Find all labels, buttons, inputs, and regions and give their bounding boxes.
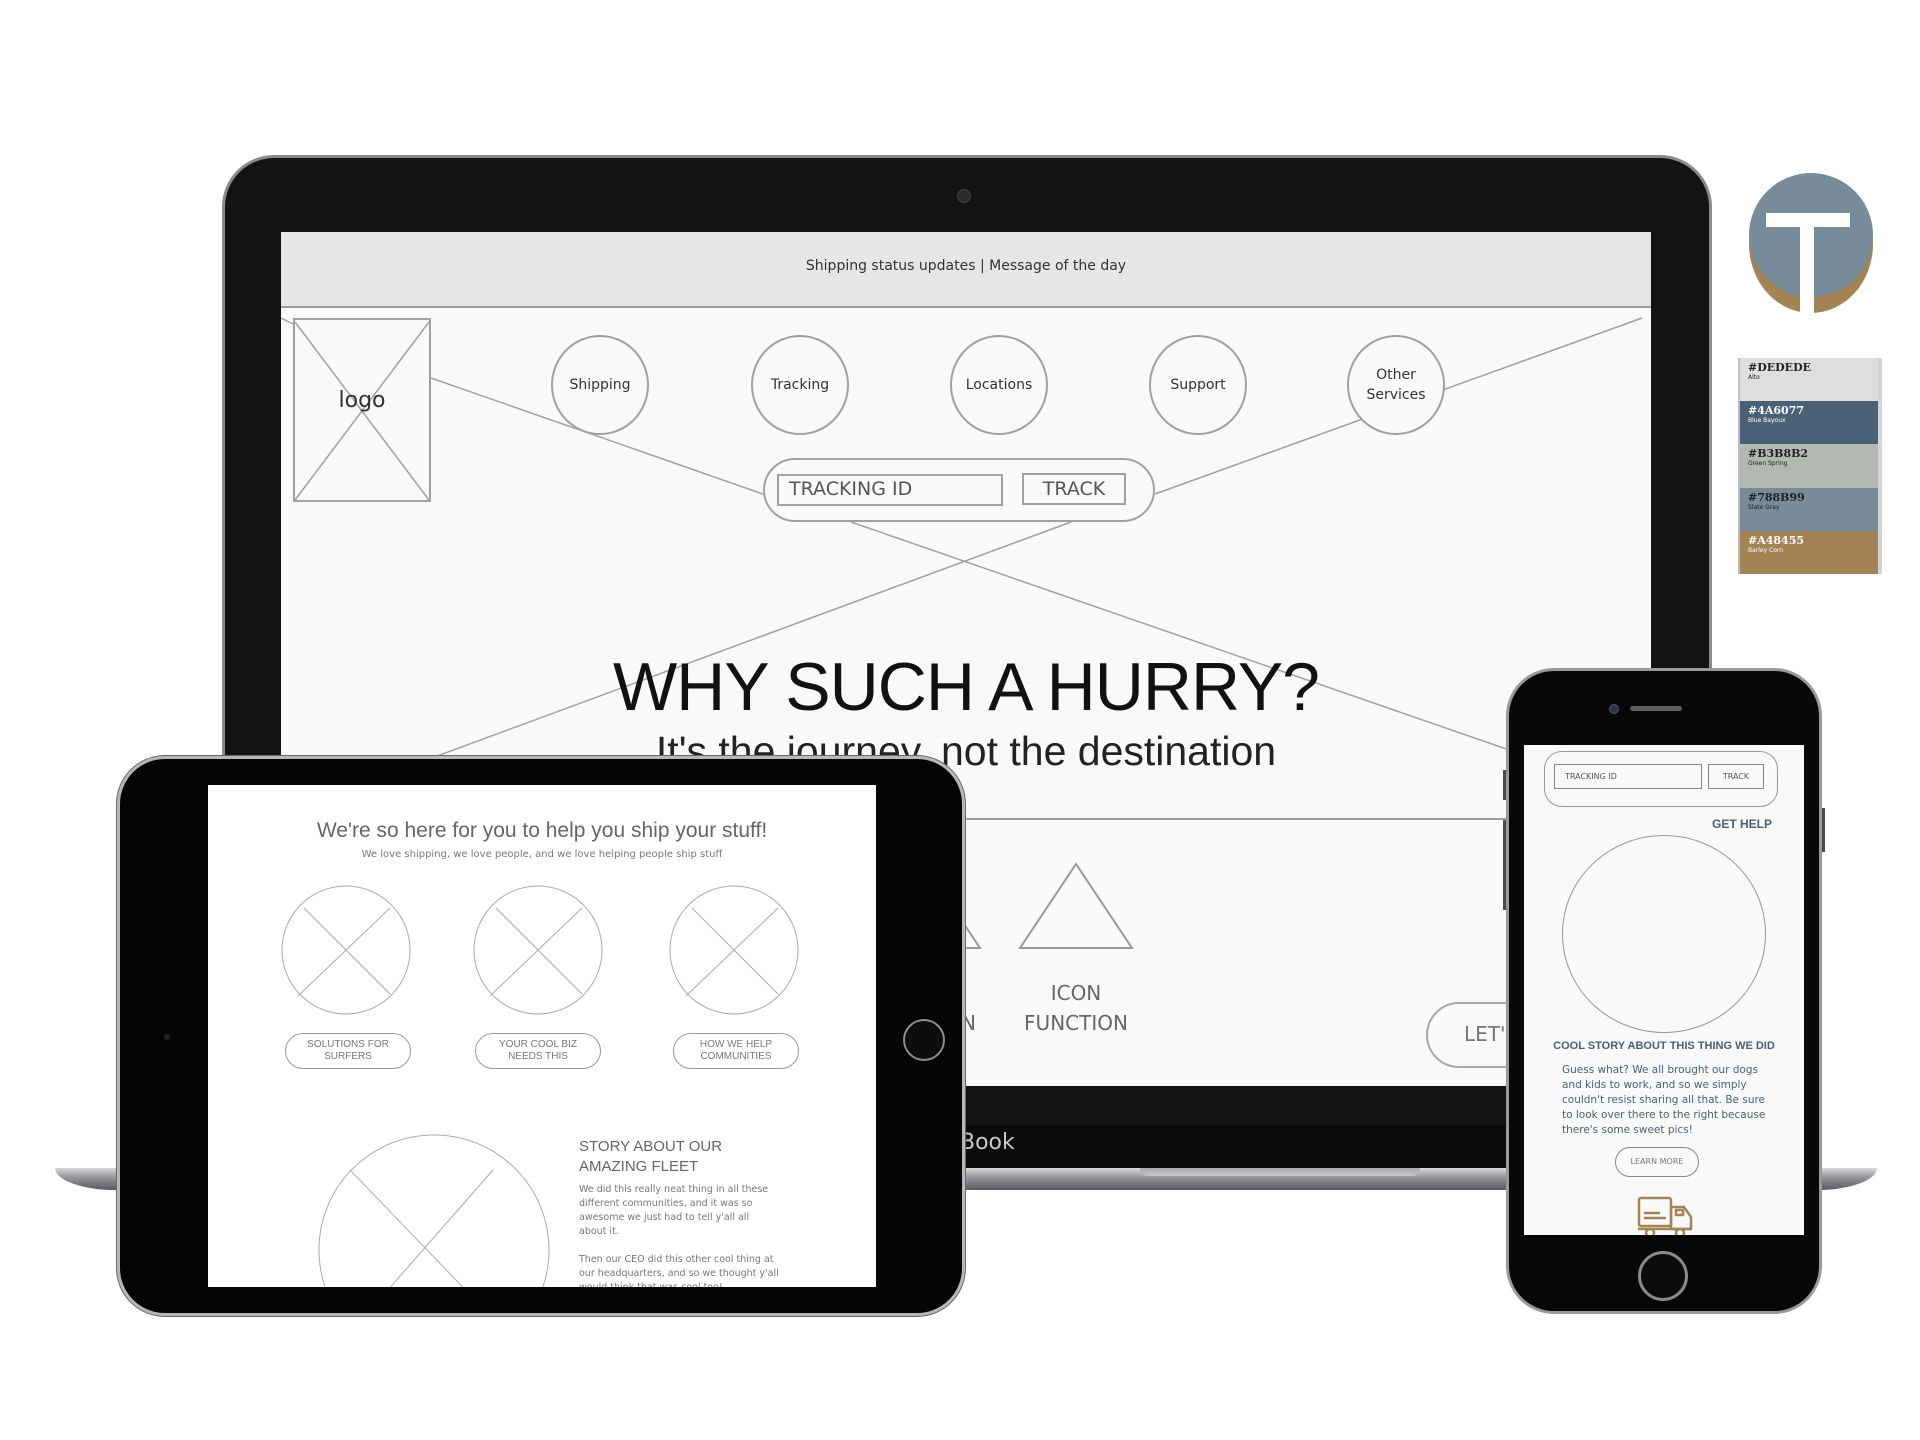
icon-function-label: ICON bbox=[1050, 981, 1102, 1005]
nav-shipping[interactable]: Shipping bbox=[551, 335, 649, 435]
track-button[interactable]: TRACK bbox=[1022, 473, 1126, 505]
feature-label: NEEDS THIS bbox=[508, 1051, 568, 1062]
get-help-link[interactable]: GET HELP bbox=[1674, 817, 1772, 831]
learn-more-button[interactable]: LEARN MORE bbox=[1615, 1147, 1699, 1177]
announcement-text: Shipping status updates | Message of the… bbox=[805, 258, 1127, 274]
swatch-green-spring: #B3B8B2 Green Spring bbox=[1740, 444, 1878, 488]
swatch-hex: #A48455 bbox=[1748, 533, 1805, 547]
swatch-hex: #4A6077 bbox=[1748, 404, 1805, 418]
swatch-hex: #DEDEDE bbox=[1748, 361, 1811, 374]
tracking-id-input[interactable]: TRACKING ID bbox=[777, 474, 1003, 506]
brand-logo-icon bbox=[1749, 173, 1873, 314]
nav-label: Shipping bbox=[569, 377, 631, 393]
nav-tracking[interactable]: Tracking bbox=[751, 335, 849, 435]
swatch-name: Barley Corn bbox=[1748, 546, 1784, 554]
story-paragraph-2: Then our CEO did this other cool thing a… bbox=[579, 1254, 779, 1287]
mobile-track-button[interactable]: TRACK bbox=[1708, 764, 1764, 789]
story-paragraph: We did this really neat thing in all the… bbox=[579, 1183, 779, 1287]
tablet-subheadline: We love shipping, we love people, and we… bbox=[361, 849, 723, 860]
swatch-slate-gray: #788B99 Slate Gray bbox=[1740, 487, 1878, 531]
tablet-headline: We're so here for you to help you ship y… bbox=[316, 819, 768, 842]
nav-label: Tracking bbox=[770, 377, 830, 393]
feature-label: YOUR COOL BIZ bbox=[499, 1039, 577, 1050]
swatch-name: Alto bbox=[1748, 374, 1760, 381]
nav-label: Other Services bbox=[1366, 367, 1426, 403]
hero-title: WHY SUCH A HURRY? bbox=[613, 649, 1320, 725]
swatch-hex: #788B99 bbox=[1748, 490, 1805, 504]
image-placeholder-icon bbox=[669, 885, 799, 1015]
nav-other-services[interactable]: Other Services bbox=[1347, 335, 1445, 435]
story-heading: STORY ABOUT OUR AMAZING FLEET bbox=[579, 1138, 723, 1175]
story-paragraph-1: We did this really neat thing in all the… bbox=[579, 1184, 769, 1237]
announcement-bar: Shipping status updates | Message of the… bbox=[281, 232, 1651, 308]
color-palette: #DEDEDE Alto #4A6077 Blue Bayoux #B3B8B2… bbox=[1738, 358, 1882, 574]
mobile-story-heading: COOL STORY ABOUT THIS THING WE DID bbox=[1553, 1040, 1775, 1052]
feature-label: SURFERS bbox=[324, 1051, 372, 1062]
feature-label: HOW WE HELP bbox=[699, 1039, 773, 1050]
swatch-name: Blue Bayoux bbox=[1748, 417, 1786, 425]
nav-label: Locations bbox=[965, 377, 1033, 393]
mobile-story-text: Guess what? We all brought our dogs and … bbox=[1562, 1064, 1766, 1136]
phone-home-button[interactable] bbox=[1638, 1251, 1688, 1301]
image-placeholder-icon bbox=[473, 885, 603, 1015]
logo-label: logo bbox=[338, 388, 386, 413]
mobile-tracking-id-input[interactable]: TRACKING ID bbox=[1554, 764, 1702, 789]
swatch-blue-bayoux: #4A6077 Blue Bayoux bbox=[1740, 401, 1878, 445]
phone-camera-icon bbox=[1609, 704, 1619, 714]
swatch-name: Green Spring bbox=[1748, 460, 1788, 468]
phone-speaker bbox=[1630, 706, 1682, 711]
nav-support[interactable]: Support bbox=[1149, 335, 1247, 435]
fleet-image-placeholder-icon bbox=[318, 1134, 550, 1287]
nav-locations[interactable]: Locations bbox=[950, 335, 1048, 435]
swatch-alto: #DEDEDE Alto bbox=[1740, 358, 1878, 402]
swatch-name: Slate Gray bbox=[1748, 503, 1780, 511]
tablet-wireframe: We're so here for you to help you ship y… bbox=[208, 785, 876, 1287]
feature-label: COMMUNITIES bbox=[700, 1051, 772, 1062]
laptop-camera-icon bbox=[957, 189, 971, 203]
mobile-image-placeholder bbox=[1562, 835, 1766, 1033]
tablet-home-button[interactable] bbox=[903, 1019, 945, 1061]
icon-function-label: FUNCTION bbox=[1024, 1011, 1128, 1035]
logo-placeholder[interactable]: logo bbox=[293, 318, 431, 502]
mobile-wireframe: TRACKING ID TRACK GET HELP COOL STORY AB… bbox=[1524, 745, 1804, 1235]
truck-icon bbox=[1637, 1196, 1693, 1235]
laptop-brand-label: Book bbox=[960, 1130, 1015, 1155]
icon-function-3: ICON FUNCTION bbox=[1011, 862, 1141, 1038]
tablet-camera-icon bbox=[164, 1034, 170, 1040]
feature-button-biz[interactable]: YOUR COOL BIZ NEEDS THIS bbox=[475, 1033, 601, 1069]
image-placeholder-icon bbox=[281, 885, 411, 1015]
nav-label: Support bbox=[1170, 377, 1226, 393]
feature-button-communities[interactable]: HOW WE HELP COMMUNITIES bbox=[673, 1033, 799, 1069]
feature-button-surfers[interactable]: SOLUTIONS FOR SURFERS bbox=[285, 1033, 411, 1069]
swatch-hex: #B3B8B2 bbox=[1748, 447, 1809, 461]
feature-label: SOLUTIONS FOR bbox=[307, 1039, 389, 1050]
triangle-icon bbox=[1018, 862, 1134, 949]
swatch-barley-corn: #A48455 Barley Corn bbox=[1740, 530, 1878, 574]
laptop-hinge-notch bbox=[1140, 1168, 1420, 1176]
